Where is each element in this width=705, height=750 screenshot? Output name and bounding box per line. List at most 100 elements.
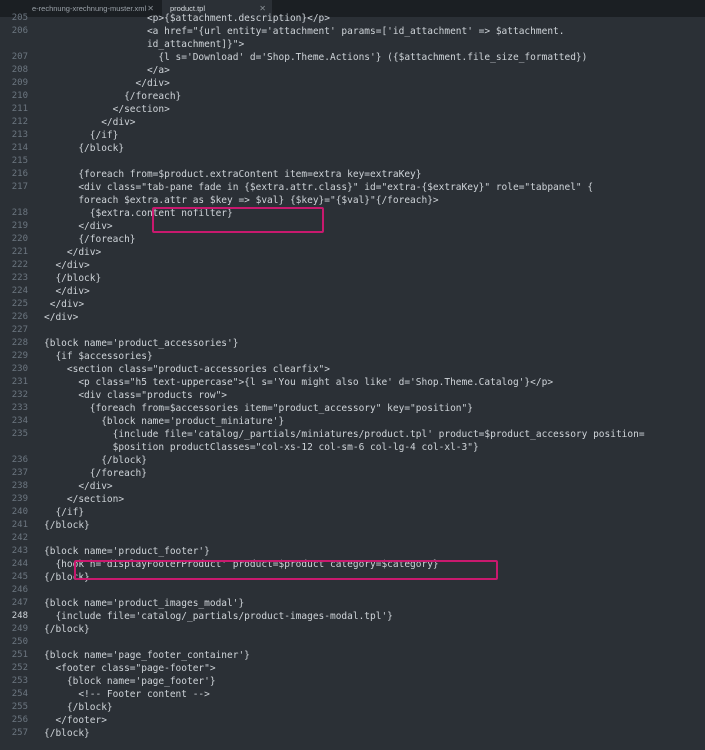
code-text: </section> bbox=[44, 104, 170, 115]
code-line[interactable]: 206 <a href="{url entity='attachment' pa… bbox=[0, 25, 705, 38]
code-text: $position productClasses="col-xs-12 col-… bbox=[44, 442, 479, 453]
code-line[interactable]: foreach $extra.attr as $key => $val} {$k… bbox=[0, 194, 705, 207]
code-line[interactable]: 239 </section> bbox=[0, 493, 705, 506]
code-line[interactable]: 227 bbox=[0, 324, 705, 337]
line-number: 229 bbox=[11, 351, 28, 361]
code-line[interactable]: 212 </div> bbox=[0, 116, 705, 129]
code-line[interactable]: 242 bbox=[0, 532, 705, 545]
line-number: 207 bbox=[11, 52, 28, 62]
code-line[interactable]: 216 {foreach from=$product.extraContent … bbox=[0, 168, 705, 181]
highlight-box-hook bbox=[74, 560, 498, 580]
code-line[interactable]: 249 {/block} bbox=[0, 623, 705, 636]
line-number: 230 bbox=[11, 364, 28, 374]
code-line[interactable]: 257 {/block} bbox=[0, 727, 705, 740]
line-number: 256 bbox=[11, 715, 28, 725]
code-text: </div> bbox=[44, 247, 102, 258]
code-line[interactable]: 226 </div> bbox=[0, 311, 705, 324]
line-number: 249 bbox=[11, 624, 28, 634]
line-number: 254 bbox=[11, 689, 28, 699]
code-line[interactable]: 253 {block name='page_footer'} bbox=[0, 675, 705, 688]
line-number: 218 bbox=[11, 208, 28, 218]
code-line[interactable]: 240 {/if} bbox=[0, 506, 705, 519]
code-text: {block name='product_footer'} bbox=[44, 546, 210, 557]
code-text: {include file='catalog/_partials/miniatu… bbox=[44, 429, 645, 440]
code-line[interactable]: 248 {include file='catalog/_partials/pro… bbox=[0, 610, 705, 623]
code-line[interactable]: 205 <p>{$attachment.description}</p> bbox=[0, 12, 705, 25]
code-text: <a href="{url entity='attachment' params… bbox=[44, 26, 565, 37]
code-line[interactable]: 217 <div class="tab-pane fade in {$extra… bbox=[0, 181, 705, 194]
code-line[interactable]: 233 {foreach from=$accessories item="pro… bbox=[0, 402, 705, 415]
code-line[interactable]: 228 {block name='product_accessories'} bbox=[0, 337, 705, 350]
code-line[interactable]: 251 {block name='page_footer_container'} bbox=[0, 649, 705, 662]
code-text: {block name='page_footer'} bbox=[44, 676, 216, 687]
line-number: 247 bbox=[11, 598, 28, 608]
line-number: 211 bbox=[11, 104, 28, 114]
code-line[interactable]: 230 <section class="product-accessories … bbox=[0, 363, 705, 376]
code-line[interactable]: 235 {include file='catalog/_partials/min… bbox=[0, 428, 705, 441]
code-line[interactable]: 250 bbox=[0, 636, 705, 649]
code-line[interactable]: 243 {block name='product_footer'} bbox=[0, 545, 705, 558]
code-text: {/if} bbox=[44, 507, 85, 518]
code-line[interactable]: 241 {/block} bbox=[0, 519, 705, 532]
code-line[interactable]: 210 {/foreach} bbox=[0, 90, 705, 103]
code-text: id_attachment]}"> bbox=[44, 39, 245, 50]
code-line[interactable]: 256 </footer> bbox=[0, 714, 705, 727]
code-line[interactable]: 234 {block name='product_miniature'} bbox=[0, 415, 705, 428]
code-line[interactable]: 208 </a> bbox=[0, 64, 705, 77]
line-number: 214 bbox=[11, 143, 28, 153]
code-text: </div> bbox=[44, 221, 113, 232]
line-number: 225 bbox=[11, 299, 28, 309]
code-line[interactable]: 211 </section> bbox=[0, 103, 705, 116]
line-number: 239 bbox=[11, 494, 28, 504]
code-line[interactable]: 255 {/block} bbox=[0, 701, 705, 714]
code-line[interactable]: 209 </div> bbox=[0, 77, 705, 90]
code-text: {/foreach} bbox=[44, 234, 136, 245]
code-line[interactable]: 221 </div> bbox=[0, 246, 705, 259]
code-line[interactable]: 215 bbox=[0, 155, 705, 168]
code-text: {include file='catalog/_partials/product… bbox=[44, 611, 393, 622]
code-text: {/foreach} bbox=[44, 91, 182, 102]
code-line[interactable]: 246 bbox=[0, 584, 705, 597]
code-line[interactable]: 222 </div> bbox=[0, 259, 705, 272]
line-number: 238 bbox=[11, 481, 28, 491]
code-line[interactable]: 219 </div> bbox=[0, 220, 705, 233]
code-line[interactable]: $position productClasses="col-xs-12 col-… bbox=[0, 441, 705, 454]
line-number: 220 bbox=[11, 234, 28, 244]
code-text: </div> bbox=[44, 117, 136, 128]
code-line[interactable]: 207 {l s='Download' d='Shop.Theme.Action… bbox=[0, 51, 705, 64]
line-number: 236 bbox=[11, 455, 28, 465]
code-text: {/block} bbox=[44, 143, 125, 154]
line-number: 232 bbox=[11, 390, 28, 400]
code-line[interactable]: 220 {/foreach} bbox=[0, 233, 705, 246]
code-line[interactable]: 247 {block name='product_images_modal'} bbox=[0, 597, 705, 610]
code-line[interactable]: 237 {/foreach} bbox=[0, 467, 705, 480]
code-line[interactable]: 225 </div> bbox=[0, 298, 705, 311]
code-line[interactable]: 223 {/block} bbox=[0, 272, 705, 285]
line-number: 255 bbox=[11, 702, 28, 712]
line-number: 224 bbox=[11, 286, 28, 296]
code-line[interactable]: 232 <div class="products row"> bbox=[0, 389, 705, 402]
code-line[interactable]: 231 <p class="h5 text-uppercase">{l s='Y… bbox=[0, 376, 705, 389]
line-number: 213 bbox=[11, 130, 28, 140]
line-number: 244 bbox=[11, 559, 28, 569]
line-number: 242 bbox=[11, 533, 28, 543]
line-number: 219 bbox=[11, 221, 28, 231]
code-text: </div> bbox=[44, 286, 90, 297]
code-line[interactable]: 214 {/block} bbox=[0, 142, 705, 155]
code-line[interactable]: 229 {if $accessories} bbox=[0, 350, 705, 363]
code-line[interactable]: 254 <!-- Footer content --> bbox=[0, 688, 705, 701]
code-line[interactable]: 218 {$extra.content nofilter} bbox=[0, 207, 705, 220]
code-text: <footer class="page-footer"> bbox=[44, 663, 216, 674]
code-line[interactable]: 238 </div> bbox=[0, 480, 705, 493]
line-number: 223 bbox=[11, 273, 28, 283]
code-text: {block name='product_images_modal'} bbox=[44, 598, 245, 609]
code-editor[interactable]: 205 <p>{$attachment.description}</p> 206 … bbox=[0, 13, 705, 750]
code-line[interactable]: id_attachment]}"> bbox=[0, 38, 705, 51]
code-line[interactable]: 213 {/if} bbox=[0, 129, 705, 142]
code-line[interactable]: 236 {/block} bbox=[0, 454, 705, 467]
code-text: </div> bbox=[44, 312, 79, 323]
code-line[interactable]: 252 <footer class="page-footer"> bbox=[0, 662, 705, 675]
code-text: {/if} bbox=[44, 130, 119, 141]
code-line[interactable]: 224 </div> bbox=[0, 285, 705, 298]
code-text: </a> bbox=[44, 65, 170, 76]
